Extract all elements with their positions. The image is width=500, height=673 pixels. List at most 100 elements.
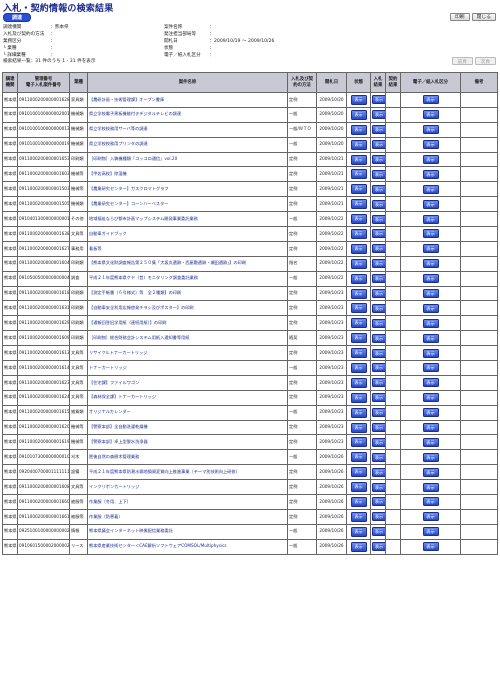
electronic-display-button[interactable]: 表示 <box>422 437 439 447</box>
status-display-button[interactable]: 表示 <box>350 288 367 299</box>
status-display-button[interactable]: 表示 <box>350 318 367 329</box>
status-display-button[interactable]: 表示 <box>350 124 367 135</box>
bid-result-button[interactable]: 表示 <box>372 125 385 135</box>
status-display-button[interactable]: 表示 <box>350 407 367 418</box>
status-display-button[interactable]: 表示 <box>350 362 367 373</box>
electronic-display-button[interactable]: 表示 <box>422 452 439 462</box>
bid-result-button[interactable]: 表示 <box>372 244 385 254</box>
status-display-button[interactable]: 表示 <box>350 452 367 463</box>
electronic-display-button[interactable]: 表示 <box>422 482 439 492</box>
next-page-button[interactable]: 次頁 <box>474 57 496 65</box>
bid-result-button[interactable]: 表示 <box>372 95 385 105</box>
bid-result-button[interactable]: 表示 <box>372 274 385 284</box>
electronic-display-button[interactable]: 表示 <box>422 363 439 373</box>
status-display-button[interactable]: 表示 <box>350 258 367 269</box>
electronic-display-button[interactable]: 表示 <box>422 274 439 284</box>
bid-result-button[interactable]: 表示 <box>372 512 385 522</box>
electronic-display-button[interactable]: 表示 <box>422 542 439 552</box>
print-button[interactable]: 印刷 <box>449 13 470 21</box>
bid-result-button[interactable]: 表示 <box>372 542 385 552</box>
electronic-display-button[interactable]: 表示 <box>422 214 439 224</box>
bid-result-button[interactable]: 表示 <box>372 169 385 179</box>
electronic-display-button[interactable]: 表示 <box>422 348 439 358</box>
electronic-display-button[interactable]: 表示 <box>422 259 439 269</box>
bid-result-button[interactable]: 表示 <box>372 333 385 343</box>
electronic-display-button[interactable]: 表示 <box>422 125 439 135</box>
status-display-button[interactable]: 表示 <box>350 214 367 225</box>
electronic-display-button[interactable]: 表示 <box>422 140 439 150</box>
status-display-button[interactable]: 表示 <box>350 199 367 210</box>
bid-result-button[interactable]: 表示 <box>372 303 385 313</box>
bid-result-button[interactable]: 表示 <box>372 423 385 433</box>
bid-result-button[interactable]: 表示 <box>372 184 385 194</box>
cell-bid-result: 表示 <box>370 434 386 451</box>
status-display-button[interactable]: 表示 <box>350 348 367 359</box>
electronic-display-button[interactable]: 表示 <box>422 289 439 299</box>
cell-org: 熊本県 <box>2 345 18 362</box>
electronic-display-button[interactable]: 表示 <box>422 527 439 537</box>
bid-result-button[interactable]: 表示 <box>372 155 385 164</box>
electronic-display-button[interactable]: 表示 <box>422 393 439 403</box>
bid-result-button[interactable]: 表示 <box>372 452 385 462</box>
bid-result-button[interactable]: 表示 <box>372 199 385 209</box>
prev-page-button[interactable]: 前頁 <box>451 57 473 65</box>
status-display-button[interactable]: 表示 <box>350 109 367 120</box>
bid-result-button[interactable]: 表示 <box>372 289 385 299</box>
status-display-button[interactable]: 表示 <box>350 273 367 284</box>
status-display-button[interactable]: 表示 <box>350 422 367 433</box>
bid-result-button[interactable]: 表示 <box>372 393 385 403</box>
status-display-button[interactable]: 表示 <box>350 511 367 522</box>
status-display-button[interactable]: 表示 <box>350 496 367 507</box>
status-display-button[interactable]: 表示 <box>350 184 367 195</box>
bid-result-button[interactable]: 表示 <box>372 378 385 388</box>
electronic-display-button[interactable]: 表示 <box>422 378 439 388</box>
electronic-display-button[interactable]: 表示 <box>422 169 439 179</box>
electronic-display-button[interactable]: 表示 <box>422 199 439 209</box>
electronic-display-button[interactable]: 表示 <box>422 229 439 239</box>
bid-result-button[interactable]: 表示 <box>372 527 385 537</box>
electronic-display-button[interactable]: 表示 <box>422 497 439 507</box>
bid-result-button[interactable]: 表示 <box>372 318 385 328</box>
status-display-button[interactable]: 表示 <box>350 154 367 165</box>
status-display-button[interactable]: 表示 <box>350 303 367 314</box>
status-display-button[interactable]: 表示 <box>350 228 367 239</box>
electronic-display-button[interactable]: 表示 <box>422 110 439 120</box>
status-display-button[interactable]: 表示 <box>350 139 367 150</box>
electronic-display-button[interactable]: 表示 <box>422 333 439 343</box>
bid-result-button[interactable]: 表示 <box>372 110 385 120</box>
bid-result-button[interactable]: 表示 <box>372 497 385 507</box>
status-display-button[interactable]: 表示 <box>350 392 367 403</box>
bid-result-button[interactable]: 表示 <box>372 363 385 373</box>
electronic-display-button[interactable]: 表示 <box>422 244 439 254</box>
electronic-display-button[interactable]: 表示 <box>422 423 439 433</box>
close-button[interactable]: 閉じる <box>471 13 496 21</box>
bid-result-button[interactable]: 表示 <box>372 348 385 358</box>
bid-result-button[interactable]: 表示 <box>372 214 385 224</box>
electronic-display-button[interactable]: 表示 <box>422 303 439 313</box>
bid-result-button[interactable]: 表示 <box>372 437 385 447</box>
status-display-button[interactable]: 表示 <box>350 482 367 493</box>
bid-result-button[interactable]: 表示 <box>372 140 385 150</box>
bid-result-button[interactable]: 表示 <box>372 482 385 492</box>
bid-result-button[interactable]: 表示 <box>372 408 385 418</box>
electronic-display-button[interactable]: 表示 <box>422 155 439 164</box>
status-display-button[interactable]: 表示 <box>350 437 367 448</box>
electronic-display-button[interactable]: 表示 <box>422 467 439 477</box>
electronic-display-button[interactable]: 表示 <box>422 408 439 418</box>
status-display-button[interactable]: 表示 <box>350 467 367 478</box>
electronic-display-button[interactable]: 表示 <box>422 512 439 522</box>
electronic-display-button[interactable]: 表示 <box>422 95 439 105</box>
status-display-button[interactable]: 表示 <box>350 377 367 388</box>
bid-result-button[interactable]: 表示 <box>372 259 385 269</box>
status-display-button[interactable]: 表示 <box>350 526 367 537</box>
procurement-tab-icon[interactable]: 調達 <box>3 13 31 22</box>
status-display-button[interactable]: 表示 <box>350 94 367 105</box>
electronic-display-button[interactable]: 表示 <box>422 184 439 194</box>
electronic-display-button[interactable]: 表示 <box>422 318 439 328</box>
status-display-button[interactable]: 表示 <box>350 243 367 254</box>
status-display-button[interactable]: 表示 <box>350 333 367 344</box>
status-display-button[interactable]: 表示 <box>350 169 367 180</box>
bid-result-button[interactable]: 表示 <box>372 229 385 239</box>
bid-result-button[interactable]: 表示 <box>372 467 385 477</box>
status-display-button[interactable]: 表示 <box>350 541 367 552</box>
